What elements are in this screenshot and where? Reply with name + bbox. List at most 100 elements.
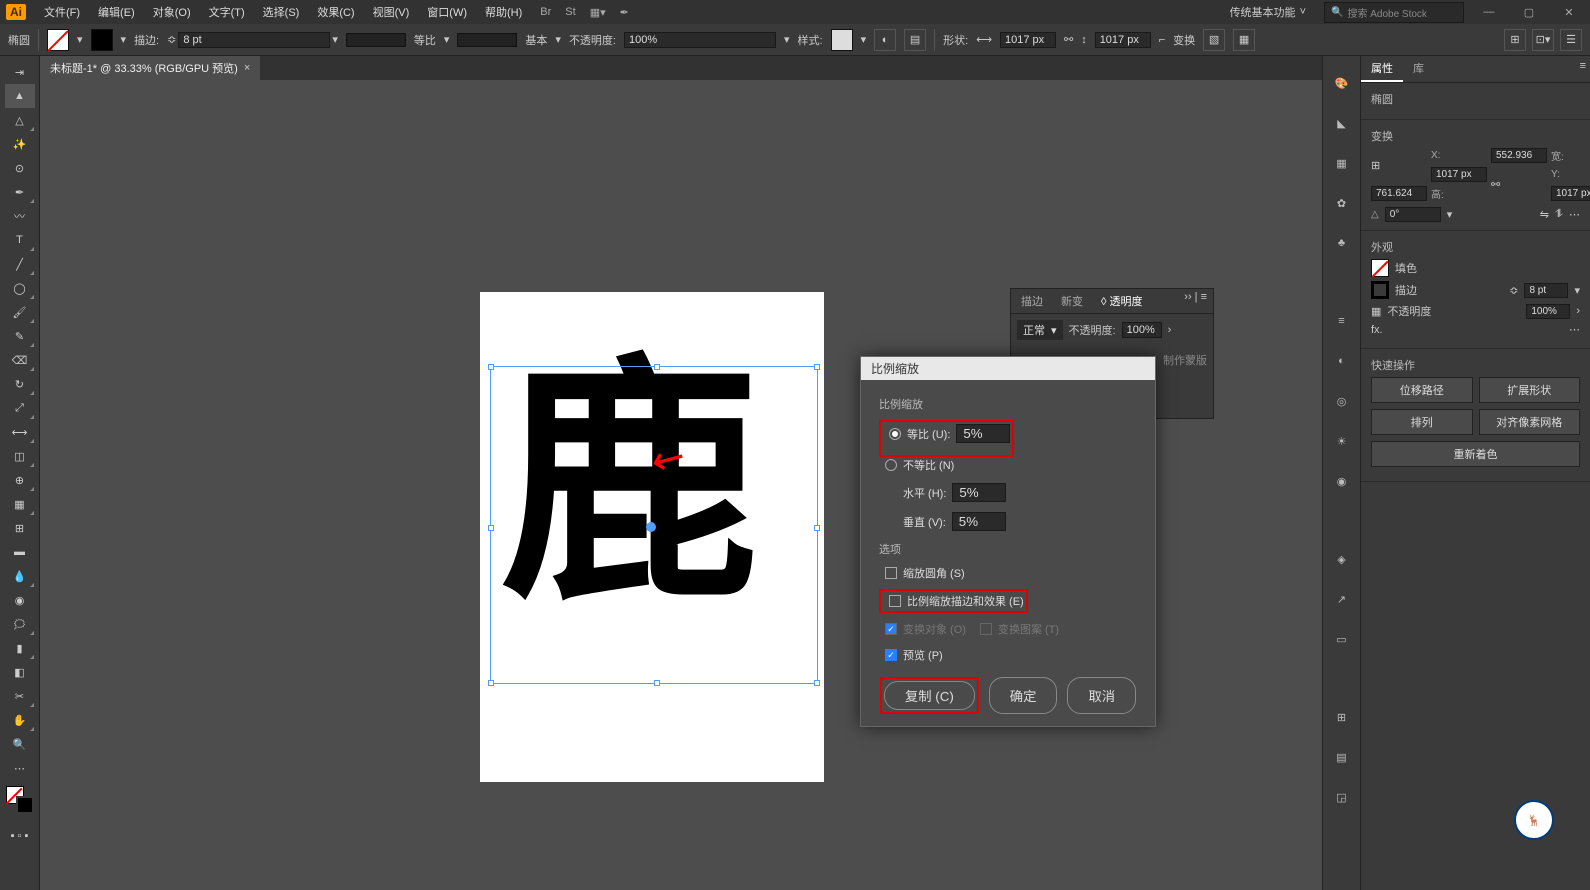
stroke-panel-icon[interactable]: ≡ <box>1331 310 1353 332</box>
grid-icon[interactable]: ▦▾ <box>590 6 606 19</box>
toolbox-collapse[interactable]: ⇥ <box>5 60 35 84</box>
workspace-switcher[interactable]: 传统基本功能 ˅ <box>1222 2 1314 22</box>
pen-tool[interactable]: ✒ <box>5 180 35 204</box>
arrange-button[interactable]: 排列 <box>1371 409 1473 435</box>
tab-stroke[interactable]: 描边 <box>1017 291 1047 311</box>
prefs-icon[interactable]: ⊡▾ <box>1532 29 1554 51</box>
eyedropper-tool[interactable]: 💧 <box>5 564 35 588</box>
scale-strokes-checkbox[interactable] <box>889 595 901 607</box>
lasso-tool[interactable]: ⊙ <box>5 156 35 180</box>
isolate-icon[interactable]: ▧ <box>1203 29 1225 51</box>
shaper-tool[interactable]: ✎ <box>5 324 35 348</box>
menu-effect[interactable]: 效果(C) <box>309 2 362 22</box>
shape-w-field[interactable] <box>1000 32 1056 48</box>
panel-collapse-icon[interactable]: ›› | ≡ <box>1184 291 1207 311</box>
tab-libraries[interactable]: 库 <box>1403 56 1434 82</box>
stroke-swatch-panel[interactable] <box>1371 281 1389 299</box>
feather-icon[interactable]: ✒ <box>620 6 629 19</box>
blend-tool[interactable]: ◉ <box>5 588 35 612</box>
ok-button[interactable]: 确定 <box>989 677 1058 714</box>
menu-object[interactable]: 对象(O) <box>145 2 199 22</box>
menu-icon[interactable]: ☰ <box>1560 29 1582 51</box>
edit-toolbar[interactable]: ⋯ <box>5 756 35 780</box>
recolor-button[interactable]: 重新着色 <box>1371 441 1580 467</box>
rotate-tool[interactable]: ↻ <box>5 372 35 396</box>
gradient-tool[interactable]: ▬ <box>5 540 35 564</box>
blend-mode-dropdown[interactable]: 正常 ▾ <box>1017 320 1063 340</box>
menu-help[interactable]: 帮助(H) <box>477 2 530 22</box>
pathfinder-icon[interactable]: ▤ <box>1331 746 1353 768</box>
asset-export-icon[interactable]: ↗ <box>1331 588 1353 610</box>
tab-close-icon[interactable]: × <box>244 62 250 74</box>
color-guide-icon[interactable]: ◣ <box>1331 112 1353 134</box>
paintbrush-tool[interactable]: 🖌 <box>5 300 35 324</box>
slice-tool[interactable]: ✂ <box>5 684 35 708</box>
chevron-right-icon[interactable]: › <box>1168 324 1172 336</box>
panel-opacity-field[interactable] <box>1122 322 1162 338</box>
uniform-field[interactable] <box>956 424 1010 443</box>
h-field[interactable] <box>1551 186 1590 201</box>
stroke-weight-panel[interactable] <box>1524 283 1568 298</box>
fill-swatch-panel[interactable] <box>1371 259 1389 277</box>
angle-field[interactable] <box>1385 207 1441 222</box>
search-input[interactable]: 🔍 搜索 Adobe Stock <box>1324 2 1464 23</box>
opacity-field-panel[interactable] <box>1526 304 1570 319</box>
recolor-icon[interactable]: ◐ <box>874 29 896 51</box>
align-pixel-button[interactable]: 对齐像素网格 <box>1479 409 1581 435</box>
selection-tool[interactable]: ▲ <box>5 84 35 108</box>
menu-file[interactable]: 文件(F) <box>36 2 88 22</box>
panel-menu-icon[interactable]: ≡ <box>1576 56 1590 82</box>
x-field[interactable] <box>1491 148 1547 163</box>
y-field[interactable] <box>1371 186 1427 201</box>
appearance-panel-icon[interactable]: ☀ <box>1331 430 1353 452</box>
transform-panel-icon[interactable]: ◲ <box>1331 786 1353 808</box>
expand-shape-button[interactable]: 扩展形状 <box>1479 377 1581 403</box>
window-restore[interactable]: ▢ <box>1514 2 1544 22</box>
doc-setup-icon[interactable]: ⊞ <box>1504 29 1526 51</box>
align-icon[interactable]: ▤ <box>904 29 926 51</box>
brushes-icon[interactable]: ✿ <box>1331 192 1353 214</box>
hand-tool[interactable]: ✋ <box>5 708 35 732</box>
vert-field[interactable] <box>952 512 1006 531</box>
more-options-icon[interactable]: ⋯ <box>1569 208 1580 221</box>
horiz-field[interactable] <box>952 483 1006 502</box>
fx-label[interactable]: fx. <box>1371 324 1383 336</box>
bridge-icon[interactable]: Br <box>540 6 551 18</box>
reference-point-icon[interactable]: ⊞ <box>1371 159 1427 172</box>
lock-aspect-icon[interactable]: ⚯ <box>1491 178 1547 191</box>
tab-transparency[interactable]: ◊ 透明度 <box>1097 291 1147 311</box>
shape-builder-tool[interactable]: ⊕ <box>5 468 35 492</box>
shape-h-field[interactable] <box>1095 32 1151 48</box>
zoom-tool[interactable]: 🔍 <box>5 732 35 756</box>
copy-button[interactable]: 复制 (C) <box>884 681 975 710</box>
fill-swatch[interactable] <box>47 29 69 51</box>
column-graph-tool[interactable]: ▮ <box>5 636 35 660</box>
free-transform-tool[interactable]: ◫ <box>5 444 35 468</box>
curvature-tool[interactable]: 〰 <box>5 204 35 228</box>
document-tab[interactable]: 未标题-1* @ 33.33% (RGB/GPU 预览) × <box>40 56 260 80</box>
eraser-tool[interactable]: ⌫ <box>5 348 35 372</box>
tab-gradient[interactable]: 新变 <box>1057 291 1087 311</box>
opacity-field[interactable] <box>624 32 776 48</box>
menu-edit[interactable]: 编辑(E) <box>90 2 143 22</box>
layers-icon[interactable]: ◈ <box>1331 548 1353 570</box>
more-appearance-icon[interactable]: ⋯ <box>1569 323 1580 336</box>
scale-corners-checkbox[interactable] <box>885 567 897 579</box>
perspective-tool[interactable]: ▦ <box>5 492 35 516</box>
mesh-tool[interactable]: ⊞ <box>5 516 35 540</box>
tab-properties[interactable]: 属性 <box>1361 56 1403 82</box>
line-tool[interactable]: ╱ <box>5 252 35 276</box>
w-field[interactable] <box>1431 167 1487 182</box>
style-swatch[interactable] <box>831 29 853 51</box>
flip-v-icon[interactable]: ⥮ <box>1555 208 1563 221</box>
artboard-tool[interactable]: ◧ <box>5 660 35 684</box>
direct-selection-tool[interactable]: △ <box>5 108 35 132</box>
flip-h-icon[interactable]: ⇋ <box>1540 208 1549 221</box>
corner-icon[interactable]: ⌐ <box>1159 34 1165 46</box>
menu-window[interactable]: 窗口(W) <box>419 2 475 22</box>
brush-definition[interactable] <box>457 33 517 47</box>
cancel-button[interactable]: 取消 <box>1067 677 1136 714</box>
menu-type[interactable]: 文字(T) <box>201 2 253 22</box>
width-tool[interactable]: ⟷ <box>5 420 35 444</box>
align-panel-icon[interactable]: ⊞ <box>1331 706 1353 728</box>
